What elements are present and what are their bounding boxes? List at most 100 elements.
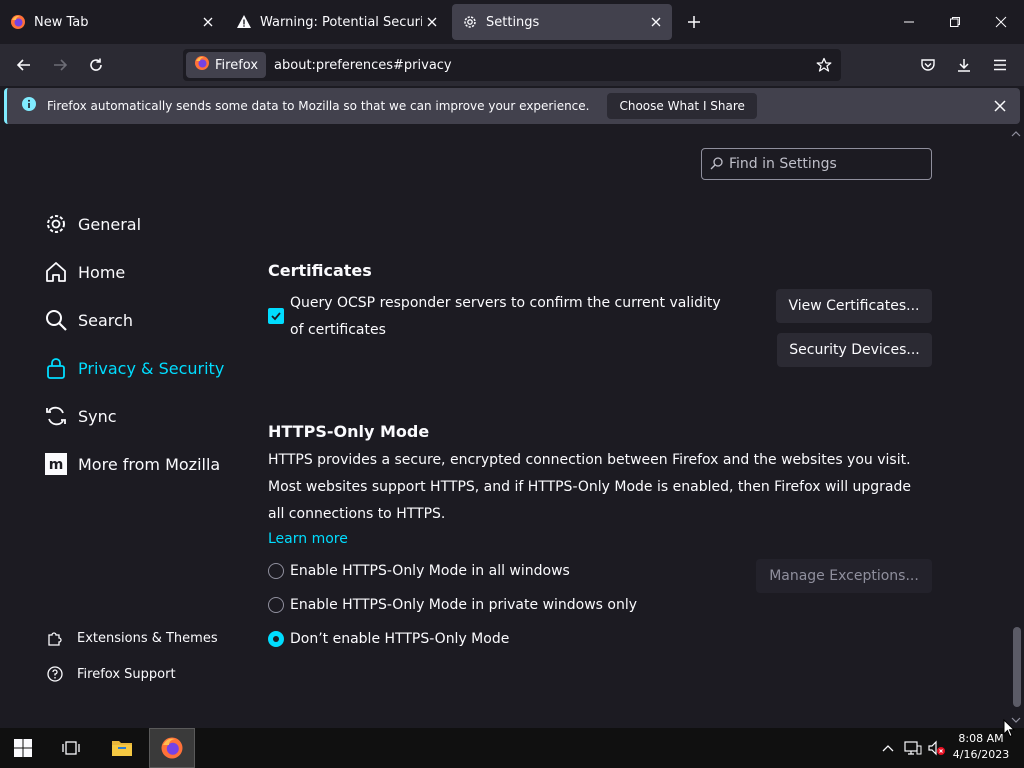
plus-icon [688, 16, 700, 28]
settings-content: General Home Search Privacy & Security S… [0, 127, 1024, 731]
tab-settings[interactable]: Settings [452, 4, 672, 40]
help-icon [46, 665, 64, 683]
warning-icon [236, 14, 252, 30]
task-view-button[interactable] [48, 728, 94, 768]
restore-icon [950, 17, 960, 27]
sidebar-item-label: More from Mozilla [78, 454, 221, 474]
close-icon [995, 16, 1007, 28]
tab-label: New Tab [34, 14, 89, 30]
tab-security-warning[interactable]: Warning: Potential Security Risk [226, 4, 448, 40]
tab-strip: New Tab Warning: Potential Security Risk… [0, 0, 1024, 44]
close-icon[interactable] [422, 12, 442, 32]
manage-exceptions-button[interactable]: Manage Exceptions... [756, 559, 932, 593]
firefox-icon [161, 737, 183, 759]
downloads-button[interactable] [951, 52, 977, 78]
sidebar-item-more-from-mozilla[interactable]: m More from Mozilla [44, 449, 220, 479]
https-only-heading: HTTPS-Only Mode [268, 422, 430, 441]
firefox-icon [194, 55, 210, 75]
sidebar-item-search[interactable]: Search [44, 305, 133, 335]
sidebar-item-label: Privacy & Security [78, 358, 225, 378]
radio-https-all-windows[interactable]: Enable HTTPS-Only Mode in all windows [268, 563, 570, 579]
sidebar-item-label: Firefox Support [77, 666, 176, 682]
ocsp-checkbox[interactable] [268, 308, 284, 324]
bookmark-star-icon[interactable] [813, 54, 835, 76]
lock-icon [44, 356, 68, 380]
radio-button-selected[interactable] [268, 631, 284, 647]
radio-label: Enable HTTPS-Only Mode in private window… [290, 597, 638, 613]
learn-more-link[interactable]: Learn more [268, 531, 348, 547]
search-icon [44, 308, 68, 332]
radio-https-private-only[interactable]: Enable HTTPS-Only Mode in private window… [268, 597, 637, 613]
hamburger-icon [994, 59, 1006, 71]
chevron-up-icon[interactable] [878, 738, 898, 758]
navigation-toolbar: Firefox about:preferences#privacy [0, 44, 1024, 86]
puzzle-icon [46, 629, 64, 647]
close-icon[interactable] [646, 12, 666, 32]
scrollbar-thumb[interactable] [1013, 627, 1021, 707]
sidebar-item-firefox-support[interactable]: Firefox Support [46, 665, 176, 683]
https-only-description: HTTPS provides a secure, encrypted conne… [268, 452, 912, 522]
pocket-button[interactable] [915, 52, 941, 78]
scrollbar[interactable] [1008, 127, 1024, 731]
sidebar-item-extensions-themes[interactable]: Extensions & Themes [46, 629, 218, 647]
folder-icon [112, 741, 132, 756]
radio-https-disabled[interactable]: Don’t enable HTTPS-Only Mode [268, 631, 509, 647]
tab-label: Warning: Potential Security Risk [260, 14, 422, 30]
sidebar-item-general[interactable]: General [44, 209, 141, 239]
reload-icon [90, 58, 102, 71]
download-icon [958, 59, 970, 72]
reload-button[interactable] [83, 52, 109, 78]
url-bar[interactable]: Firefox about:preferences#privacy [183, 49, 841, 81]
info-icon [21, 96, 37, 116]
sidebar-item-label: General [78, 214, 142, 234]
close-icon[interactable] [198, 12, 218, 32]
volume-muted-icon[interactable] [927, 738, 947, 758]
tab-label: Settings [486, 14, 540, 30]
start-button[interactable] [0, 728, 46, 768]
file-explorer-button[interactable] [99, 728, 145, 768]
svg-text:m: m [49, 457, 64, 473]
network-icon[interactable] [903, 738, 923, 758]
url-text[interactable]: about:preferences#privacy [274, 58, 813, 73]
identity-box[interactable]: Firefox [186, 52, 267, 78]
firefox-taskbar-button[interactable] [149, 728, 195, 768]
radio-button[interactable] [268, 563, 284, 579]
arrow-left-icon [16, 59, 30, 71]
data-collection-notification: Firefox automatically sends some data to… [4, 88, 1020, 124]
radio-label: Don’t enable HTTPS-Only Mode [290, 631, 510, 647]
restore-button[interactable] [943, 10, 967, 34]
sidebar-item-label: Extensions & Themes [77, 630, 218, 646]
certificates-heading: Certificates [268, 261, 372, 280]
sidebar-item-privacy-security[interactable]: Privacy & Security [44, 353, 224, 383]
choose-what-i-share-button[interactable]: Choose What I Share [607, 93, 757, 119]
sidebar-item-label: Sync [78, 406, 117, 426]
search-icon [710, 155, 723, 174]
windows-logo-icon [14, 739, 32, 757]
minimize-button[interactable] [897, 10, 921, 34]
sidebar-item-label: Home [78, 262, 126, 282]
tab-new-tab[interactable]: New Tab [0, 4, 224, 40]
view-certificates-button[interactable]: View Certificates... [776, 289, 932, 323]
clock-date: 4/16/2023 [952, 748, 1010, 761]
radio-label: Enable HTTPS-Only Mode in all windows [290, 563, 570, 579]
forward-button[interactable] [47, 52, 73, 78]
radio-button[interactable] [268, 597, 284, 613]
sidebar-item-home[interactable]: Home [44, 257, 125, 287]
identity-label: Firefox [215, 57, 259, 73]
sidebar-item-sync[interactable]: Sync [44, 401, 117, 431]
pocket-icon [921, 59, 935, 71]
minimize-icon [904, 21, 914, 23]
back-button[interactable] [11, 52, 37, 78]
find-in-settings-field[interactable] [701, 148, 932, 180]
security-devices-button[interactable]: Security Devices... [777, 333, 932, 367]
close-icon[interactable] [990, 96, 1010, 116]
search-input[interactable] [729, 156, 919, 172]
arrow-right-icon [54, 59, 68, 71]
mouse-cursor-icon [1003, 718, 1016, 742]
close-window-button[interactable] [989, 10, 1013, 34]
windows-taskbar: 8:08 AM 4/16/2023 [0, 728, 1024, 768]
menu-button[interactable] [987, 52, 1013, 78]
new-tab-button[interactable] [684, 12, 704, 32]
chevron-up-icon [1011, 131, 1021, 137]
checkmark-icon [271, 312, 281, 321]
